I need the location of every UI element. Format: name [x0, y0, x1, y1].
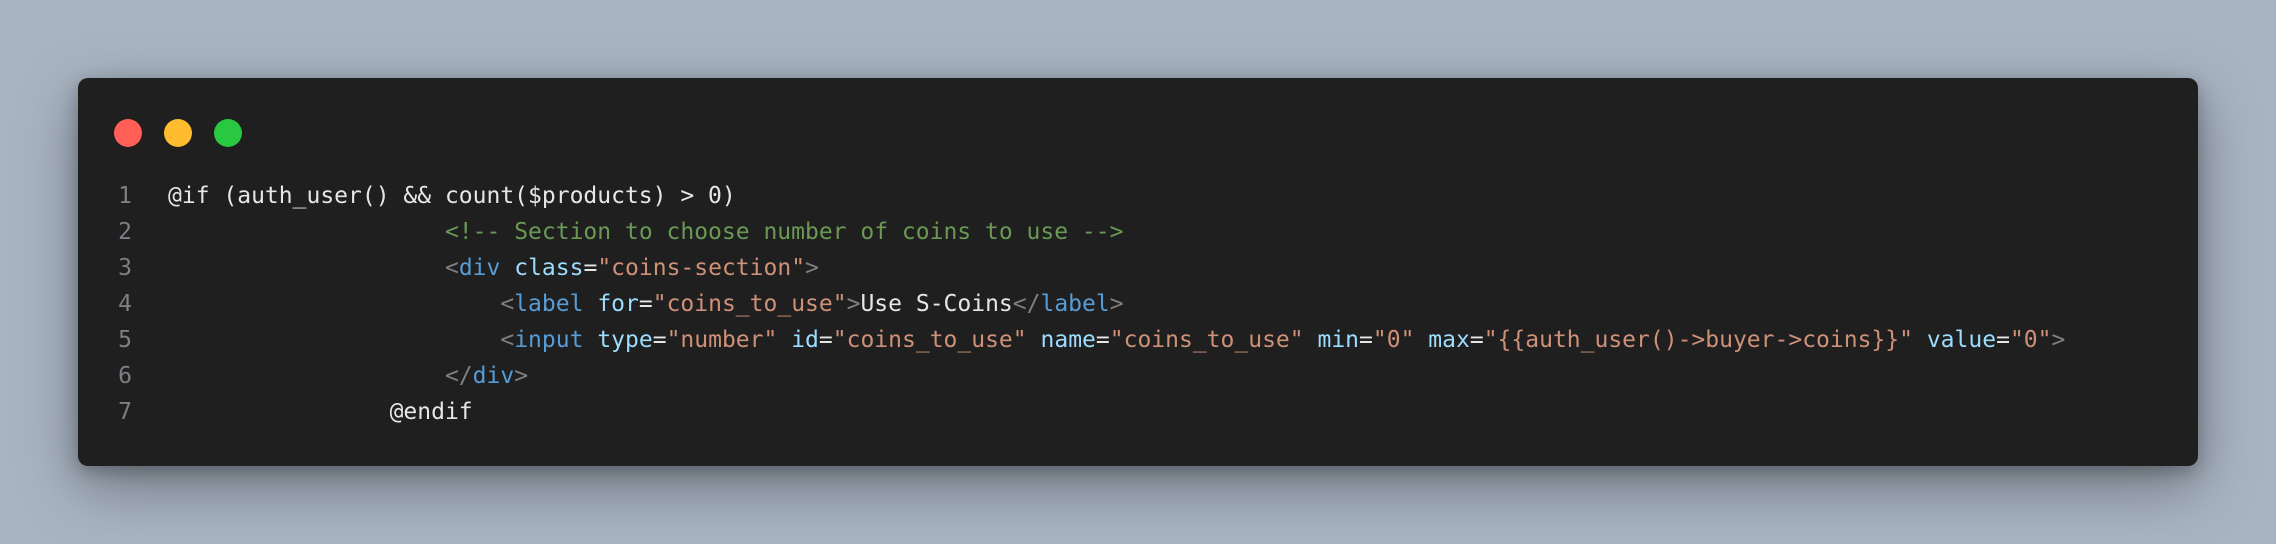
code-token-bracket: </ [444, 363, 473, 389]
code-token-attr: id [791, 327, 819, 353]
code-token-bracket: < [444, 255, 459, 281]
code-token-tag: label [1040, 291, 1110, 317]
code-token-string: "coins_to_use" [832, 327, 1027, 353]
code-token-attr: min [1317, 327, 1360, 353]
code-token-string: "0" [2009, 327, 2052, 353]
code-token-plain: = [818, 327, 833, 353]
code-token-tag: input [514, 327, 584, 353]
line-number: 2 [118, 219, 132, 245]
code-line: 6 </div> [78, 358, 2198, 394]
line-number: 4 [118, 291, 132, 317]
line-number: 7 [118, 399, 132, 425]
code-token-attr: value [1926, 327, 1997, 353]
code-token-plain: = [1359, 327, 1373, 353]
code-line: 2 <!-- Section to choose number of coins… [78, 214, 2198, 250]
line-source: @endif [168, 394, 473, 430]
line-source: <div class="coins-section"> [168, 250, 819, 286]
code-token-tag: label [514, 291, 584, 317]
code-token-string: "coins-section" [597, 255, 806, 281]
code-token-text: Use S-Coins [860, 291, 1013, 317]
code-token-attr: name [1040, 327, 1096, 353]
window-titlebar [78, 78, 2198, 168]
code-token-bracket: < [500, 327, 515, 353]
line-number: 6 [118, 363, 132, 389]
minimize-window-button[interactable] [164, 119, 192, 147]
code-token-plain: @if (auth_user() && count($products) > 0… [168, 183, 736, 209]
code-token-tag: div [472, 363, 515, 389]
line-source: <!-- Section to choose number of coins t… [168, 214, 1124, 250]
code-token-plain: @endif [389, 399, 473, 425]
code-token-string: "0" [1372, 327, 1415, 353]
code-token-string: "number" [666, 327, 778, 353]
code-token-attr: for [597, 291, 639, 317]
code-token-bracket: > [805, 255, 819, 281]
line-source: <label for="coins_to_use">Use S-Coins</l… [168, 286, 1124, 322]
code-token-bracket: > [2051, 327, 2066, 353]
code-token-attr: type [597, 327, 653, 353]
code-token-string: "coins_to_use" [1109, 327, 1304, 353]
code-token-bracket: > [514, 363, 529, 389]
line-source: </div> [168, 358, 528, 394]
line-source: @if (auth_user() && count($products) > 0… [168, 178, 736, 214]
code-area[interactable]: 1 @if (auth_user() && count($products) > … [78, 178, 2198, 430]
line-number: 3 [118, 255, 132, 281]
code-token-plain: = [652, 327, 667, 353]
code-token-bracket: > [846, 291, 861, 317]
code-line: 7 @endif [78, 394, 2198, 430]
code-token-attr: max [1428, 327, 1470, 353]
code-token-comment: <!-- Section to choose number of coins t… [444, 219, 1124, 245]
code-line: 4 <label for="coins_to_use">Use S-Coins<… [78, 286, 2198, 322]
close-window-button[interactable] [114, 119, 142, 147]
code-token-plain: = [638, 291, 653, 317]
code-token-string: "coins_to_use" [652, 291, 847, 317]
code-token-tag: div [458, 255, 501, 281]
code-token-plain: = [1469, 327, 1484, 353]
line-number: 5 [118, 327, 132, 353]
code-token-bracket: </ [1012, 291, 1041, 317]
line-source: <input type="number" id="coins_to_use" n… [168, 322, 2065, 358]
line-number: 1 [118, 183, 132, 209]
code-token-bracket: < [500, 291, 515, 317]
maximize-window-button[interactable] [214, 119, 242, 147]
code-token-plain: = [583, 255, 598, 281]
code-token-attr: class [514, 255, 584, 281]
code-token-string: "{{auth_user()->buyer->coins}}" [1483, 327, 1913, 353]
code-line: 3 <div class="coins-section"> [78, 250, 2198, 286]
code-token-plain: = [1095, 327, 1110, 353]
code-line: 1 @if (auth_user() && count($products) > … [78, 178, 2198, 214]
code-line: 5 <input type="number" id="coins_to_use"… [78, 322, 2198, 358]
code-window: 1 @if (auth_user() && count($products) > … [78, 78, 2198, 466]
code-token-plain: = [1996, 327, 2010, 353]
code-token-bracket: > [1109, 291, 1124, 317]
